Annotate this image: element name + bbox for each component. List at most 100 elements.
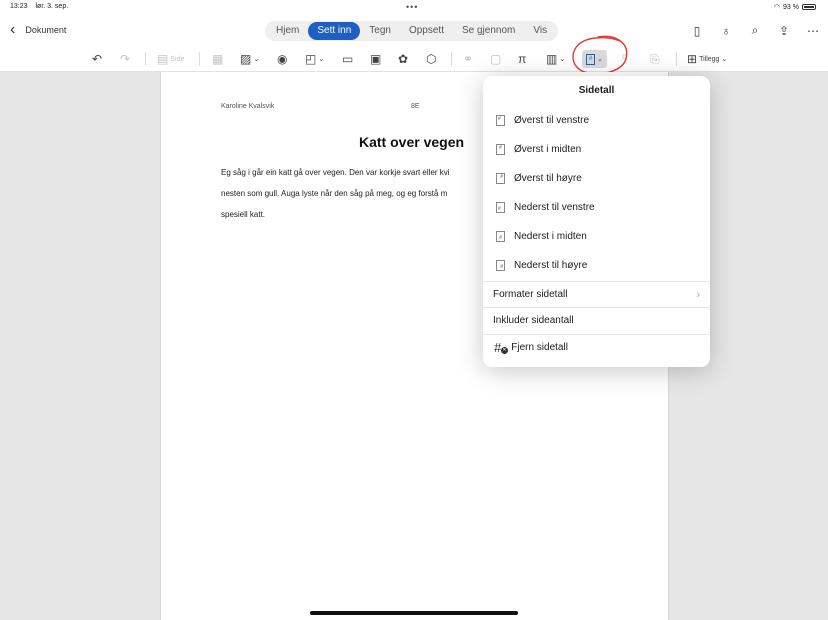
link-icon: ⚭ bbox=[463, 52, 474, 66]
body-line: Eg såg i går ein katt gå over vegen. Den… bbox=[221, 168, 450, 177]
remove-hash-icon: # ✕ bbox=[494, 340, 508, 355]
more-icon[interactable]: ⋯ bbox=[806, 24, 820, 38]
header-class: 8E bbox=[411, 103, 420, 110]
popover-title: Sidetall bbox=[578, 85, 615, 96]
status-time: 13:23 bbox=[10, 3, 28, 10]
include-page-count[interactable]: Inkluder sideantall bbox=[483, 307, 710, 333]
link-button[interactable]: ⚭ bbox=[463, 50, 473, 68]
toolbar-divider bbox=[145, 52, 146, 66]
table-icon: ▦ bbox=[212, 52, 224, 66]
tab-sett-inn[interactable]: Sett inn bbox=[308, 22, 361, 40]
chevron-down-icon: ⌄ bbox=[318, 56, 325, 63]
page-top-left-icon: # bbox=[496, 115, 505, 126]
tab-se-gjennom[interactable]: Se gjennom bbox=[453, 22, 524, 40]
toolbar-divider bbox=[199, 52, 200, 66]
body-line: nesten som gull. Auga lyste når den såg … bbox=[221, 189, 448, 198]
share-icon[interactable]: ⇪ bbox=[777, 24, 791, 38]
equation-button[interactable]: π bbox=[518, 50, 526, 68]
cube-icon: ⬡ bbox=[426, 52, 437, 66]
redo-button[interactable]: ↷ bbox=[120, 50, 130, 68]
tab-hjem[interactable]: Hjem bbox=[267, 22, 308, 40]
redo-icon: ↷ bbox=[120, 52, 131, 66]
status-bar: 13:23 lør. 3. sep. ••• ◠ 93 % bbox=[0, 0, 828, 14]
ribbon-tabs: Hjem Sett inn Tegn Oppsett Se gjennom Vi… bbox=[265, 21, 559, 41]
page-top-right-icon: # bbox=[496, 173, 505, 184]
back-label: Dokument bbox=[25, 25, 67, 35]
comment-icon: ▢ bbox=[490, 52, 502, 66]
nav-bar: ‹ Dokument Hjem Sett inn Tegn Oppsett Se… bbox=[0, 14, 828, 46]
position-label: Nederst til høyre bbox=[514, 260, 588, 271]
shapes-button[interactable]: ◰ ⌄ bbox=[305, 50, 324, 68]
position-top-left[interactable]: # Øverst til venstre bbox=[483, 106, 710, 135]
remove-label: Fjern sidetall bbox=[511, 342, 568, 353]
position-label: Nederst i midten bbox=[514, 231, 587, 242]
picture-icon: ▨ bbox=[240, 52, 252, 66]
header-footer-button[interactable]: ▥ ⌄ bbox=[546, 50, 565, 68]
battery-icon bbox=[802, 4, 816, 10]
position-bottom-right[interactable]: # Nederst til høyre bbox=[483, 251, 710, 280]
header-footer-icon: ▥ bbox=[546, 52, 558, 66]
comment-button[interactable]: ▢ bbox=[490, 50, 501, 68]
toolbar-divider bbox=[676, 52, 677, 66]
chevron-down-icon: ⌄ bbox=[559, 56, 566, 63]
home-indicator[interactable] bbox=[310, 611, 518, 615]
page-number-popover: Sidetall # Øverst til venstre # Øverst i… bbox=[483, 76, 710, 367]
document-title: Katt over vegen bbox=[359, 134, 465, 150]
page-icon: ▤ bbox=[157, 52, 169, 66]
format-page-numbers[interactable]: Formater sidetall › bbox=[483, 281, 710, 307]
toolbar-divider bbox=[451, 52, 452, 66]
camera-icon: ◉ bbox=[277, 52, 288, 66]
icons-button[interactable]: ▣ bbox=[370, 50, 381, 68]
position-label: Øverst til høyre bbox=[514, 173, 582, 184]
status-date: lør. 3. sep. bbox=[35, 3, 69, 10]
add-ins-icon: ⊞ bbox=[687, 52, 698, 66]
page-top-center-icon: # bbox=[496, 144, 505, 155]
tab-oppsett[interactable]: Oppsett bbox=[400, 22, 453, 40]
lightbulb-icon[interactable]: ♁ bbox=[719, 24, 733, 38]
pi-icon: π bbox=[518, 52, 527, 66]
search-icon[interactable]: ⌕ bbox=[748, 23, 762, 38]
document-icon: ⎘ bbox=[650, 51, 660, 66]
tab-tegn[interactable]: Tegn bbox=[360, 22, 400, 40]
chevron-left-icon: ‹ bbox=[10, 21, 16, 38]
page-bottom-left-icon: # bbox=[496, 202, 505, 213]
table-button[interactable]: ▦ bbox=[212, 50, 223, 68]
picture-button[interactable]: ▨ ⌄ bbox=[240, 50, 259, 68]
position-bottom-left[interactable]: # Nederst til venstre bbox=[483, 193, 710, 222]
body-line: spesiell katt. bbox=[221, 210, 266, 219]
battery-percent: 93 % bbox=[783, 3, 799, 11]
tab-vis[interactable]: Vis bbox=[524, 22, 556, 40]
multitasking-dots-icon[interactable]: ••• bbox=[406, 2, 418, 12]
page-bottom-center-icon: # bbox=[496, 231, 505, 242]
position-label: Øverst til venstre bbox=[514, 115, 590, 126]
insert-toolbar: ↶ ↷ ▤ Side ▦ ▨ ⌄ ◉ ◰ ⌄ ▭ ▣ ✿ ⬡ ⚭ ▢ π ▥ ⌄ # … bbox=[0, 46, 828, 72]
side-label: Side bbox=[170, 55, 185, 63]
device-icon[interactable]: ▯ bbox=[690, 24, 704, 38]
wifi-icon: ◠ bbox=[773, 4, 781, 11]
smartart-button[interactable]: ✿ bbox=[398, 50, 408, 68]
position-top-center[interactable]: # Øverst i midten bbox=[483, 135, 710, 164]
format-label: Formater sidetall bbox=[493, 289, 568, 300]
tillegg-label: Tillegg bbox=[699, 55, 720, 63]
undo-icon: ↶ bbox=[92, 52, 103, 66]
3d-model-button[interactable]: ⬡ bbox=[426, 50, 436, 68]
position-label: Nederst til venstre bbox=[514, 202, 595, 213]
text-box-icon: ▭ bbox=[342, 52, 354, 66]
back-button[interactable]: ‹ Dokument bbox=[10, 22, 66, 38]
chevron-down-icon: ⌄ bbox=[721, 56, 728, 63]
undo-button[interactable]: ↶ bbox=[92, 50, 102, 68]
smartart-icon: ✿ bbox=[398, 52, 409, 66]
chevron-down-icon: ⌄ bbox=[253, 56, 260, 63]
include-label: Inkluder sideantall bbox=[493, 315, 574, 326]
add-ins-button[interactable]: ⊞ Tillegg ⌄ bbox=[687, 50, 727, 68]
position-top-right[interactable]: # Øverst til høyre bbox=[483, 164, 710, 193]
text-box-button[interactable]: ▭ bbox=[342, 50, 353, 68]
icons-icon: ▣ bbox=[370, 52, 382, 66]
remove-page-numbers[interactable]: # ✕ Fjern sidetall bbox=[483, 334, 710, 360]
add-in-dim-button[interactable]: ⎘ bbox=[650, 50, 660, 68]
page-bottom-right-icon: # bbox=[496, 260, 505, 271]
page-break-button[interactable]: ▤ Side bbox=[157, 50, 184, 68]
position-bottom-center[interactable]: # Nederst i midten bbox=[483, 222, 710, 251]
camera-button[interactable]: ◉ bbox=[277, 50, 287, 68]
document-body[interactable]: Eg såg i går ein katt gå over vegen. Den… bbox=[221, 162, 511, 225]
